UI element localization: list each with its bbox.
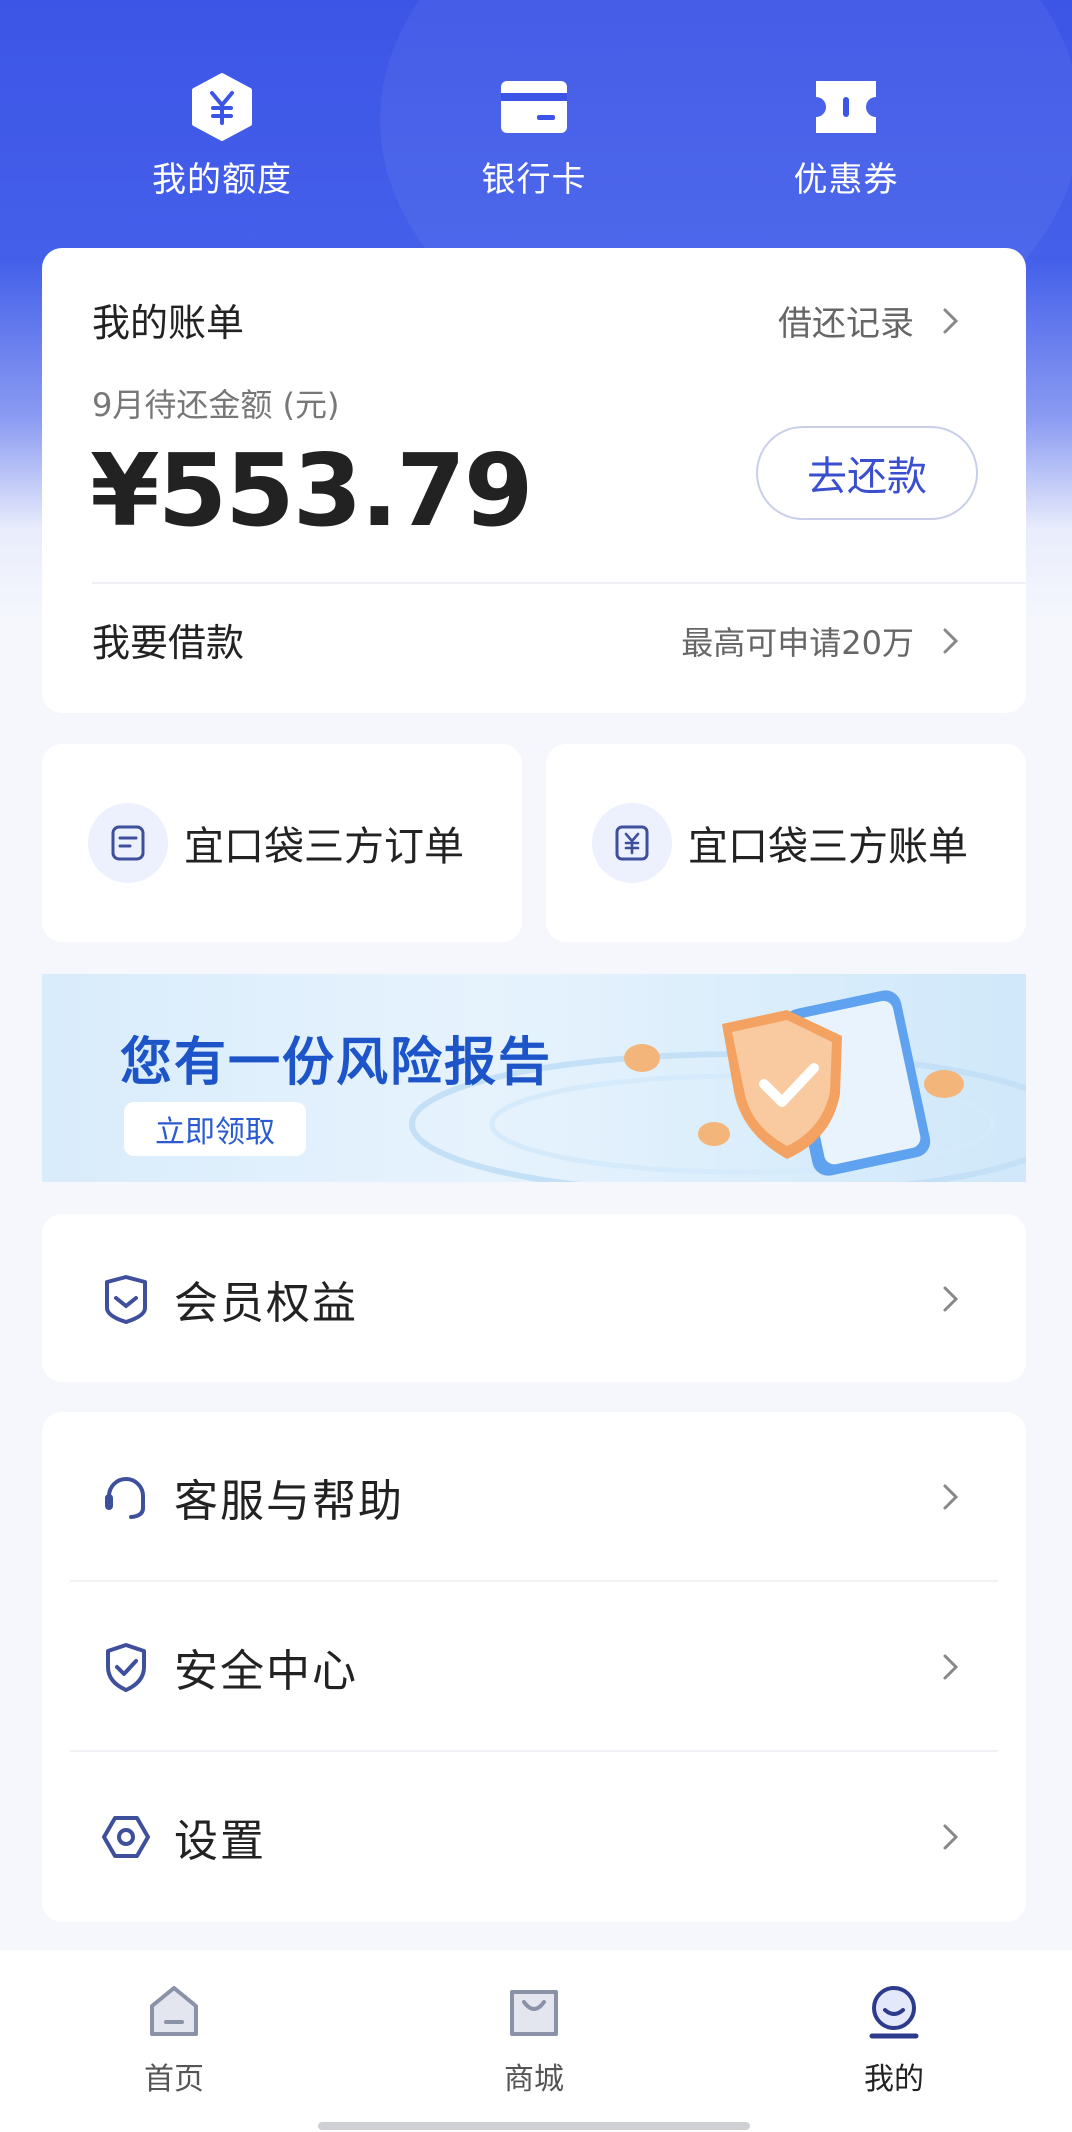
divider — [92, 582, 1026, 584]
due-amount: ¥553.79 — [90, 432, 533, 549]
menu-item-label: 会员权益 — [174, 1278, 358, 1329]
tab-home[interactable]: 首页 — [94, 1980, 254, 2100]
shortcut-label: 银行卡 — [481, 160, 587, 200]
history-label: 借还记录 — [778, 304, 914, 344]
profile-page: 我的额度 银行卡 优惠券 我的账单 借还记录 9月待还金额 (元) ¥553.7… — [0, 0, 1072, 2132]
menu-item-vip-benefits[interactable]: 会员权益 — [42, 1214, 1026, 1384]
bank-card-icon — [497, 70, 571, 144]
due-amount-label: 9月待还金额 (元) — [92, 386, 340, 424]
menu-item-label: 设置 — [174, 1816, 266, 1867]
credit-limit-icon — [185, 70, 259, 144]
shopping-bag-icon — [502, 1980, 566, 2044]
tab-label: 首页 — [144, 2062, 204, 2097]
menu-item-settings[interactable]: 设置 — [42, 1752, 1026, 1922]
chevron-right-icon — [936, 1284, 966, 1314]
claim-now-button[interactable]: 立即领取 — [124, 1102, 306, 1156]
tab-label: 我的 — [864, 2062, 924, 2097]
menu-item-label: 安全中心 — [174, 1646, 358, 1697]
vip-card: 会员权益 — [42, 1214, 1026, 1382]
bottom-tab-bar: 首页 商城 我的 — [0, 1950, 1072, 2132]
quick-card-label: 宜口袋三方账单 — [688, 824, 968, 870]
third-party-orders-card[interactable]: 宜口袋三方订单 — [42, 744, 522, 942]
menu-item-customer-service[interactable]: 客服与帮助 — [42, 1412, 1026, 1582]
bill-card: 我的账单 借还记录 9月待还金额 (元) ¥553.79 去还款 我要借款 最高… — [42, 248, 1026, 713]
banner-headline: 您有一份风险报告 — [120, 1033, 553, 1093]
borrow-hint: 最高可申请20万 — [681, 624, 914, 662]
quick-card-label: 宜口袋三方订单 — [184, 824, 464, 870]
bill-title: 我的账单 — [92, 301, 245, 345]
bill-icon — [592, 803, 672, 883]
vip-icon — [98, 1271, 154, 1327]
profile-icon — [862, 1980, 926, 2044]
settings-menu-card: 客服与帮助 安全中心 设置 — [42, 1412, 1026, 1922]
headset-icon — [98, 1469, 154, 1525]
order-icon — [88, 803, 168, 883]
repayment-history-link[interactable]: 借还记录 — [778, 296, 966, 345]
borrow-label[interactable]: 我要借款 — [92, 612, 244, 667]
home-icon — [142, 1980, 206, 2044]
settings-icon — [98, 1809, 154, 1865]
chevron-right-icon — [936, 626, 966, 656]
repay-button[interactable]: 去还款 — [756, 426, 978, 520]
shortcut-label: 优惠券 — [793, 160, 899, 200]
third-party-bills-card[interactable]: 宜口袋三方账单 — [546, 744, 1026, 942]
shortcut-credit-limit[interactable]: 我的额度 — [122, 70, 322, 210]
chevron-right-icon — [936, 1822, 966, 1852]
tab-mall[interactable]: 商城 — [454, 1980, 614, 2100]
borrow-link[interactable]: 最高可申请20万 — [681, 618, 966, 664]
chevron-right-icon — [936, 1652, 966, 1682]
chevron-right-icon — [936, 1482, 966, 1512]
header-shortcuts: 我的额度 银行卡 优惠券 — [0, 70, 1072, 210]
shield-icon — [98, 1639, 154, 1695]
tab-mine[interactable]: 我的 — [814, 1980, 974, 2100]
shortcut-coupon[interactable]: 优惠券 — [746, 70, 946, 210]
home-indicator[interactable] — [318, 2122, 750, 2130]
menu-item-security-center[interactable]: 安全中心 — [42, 1582, 1026, 1752]
risk-report-banner[interactable]: 您有一份风险报告 立即领取 — [42, 974, 1026, 1182]
shortcut-label: 我的额度 — [152, 160, 292, 200]
shortcut-bank-card[interactable]: 银行卡 — [434, 70, 634, 210]
coupon-icon — [809, 70, 883, 144]
chevron-right-icon — [936, 306, 966, 336]
menu-item-label: 客服与帮助 — [174, 1476, 404, 1527]
tab-label: 商城 — [504, 2062, 564, 2097]
